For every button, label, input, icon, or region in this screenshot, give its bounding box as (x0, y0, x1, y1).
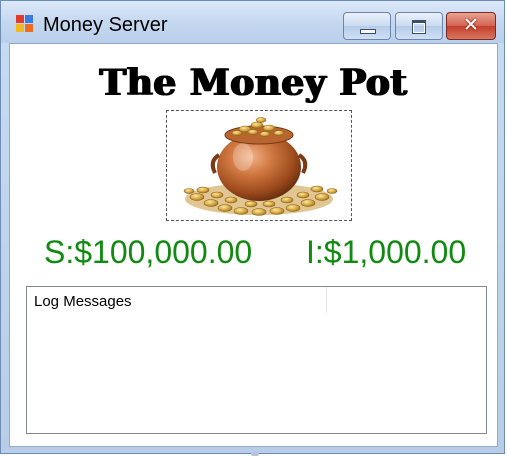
resize-grip[interactable] (251, 452, 259, 456)
savings-balance: S:$100,000.00 (44, 234, 253, 270)
close-icon: ✕ (463, 14, 479, 36)
client-area: The Money Pot S:$100,000.00 I:$1,000.00 … (9, 43, 498, 447)
title-bar[interactable]: Money Server ✕ (1, 1, 504, 43)
log-column-header[interactable]: Log Messages (27, 287, 327, 313)
log-column-header-label: Log Messages (34, 293, 132, 310)
maximize-button[interactable] (395, 12, 443, 40)
money-pot-picture (166, 110, 352, 221)
page-title: The Money Pot (99, 62, 408, 104)
log-list[interactable]: Log Messages (26, 286, 487, 434)
minimize-icon (360, 29, 376, 34)
close-button[interactable]: ✕ (446, 12, 496, 40)
pot-of-gold-icon (183, 117, 338, 216)
minimize-button[interactable] (343, 12, 391, 40)
window-title: Money Server (43, 14, 168, 36)
app-window: Money Server ✕ The Money Pot S:$100,000.… (0, 0, 505, 456)
income-balance: I:$1,000.00 (306, 234, 467, 270)
app-icon (16, 15, 34, 33)
maximize-icon (412, 20, 426, 34)
